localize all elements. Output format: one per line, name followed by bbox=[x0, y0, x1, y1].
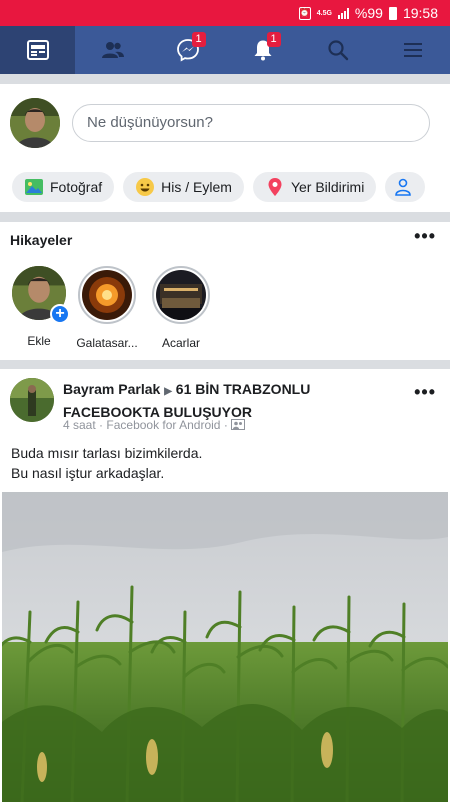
person-icon bbox=[395, 178, 412, 196]
battery-icon bbox=[388, 6, 397, 20]
search-icon bbox=[327, 40, 348, 61]
network-type: 4.5G bbox=[316, 9, 332, 17]
notifications-badge: 1 bbox=[266, 32, 281, 47]
story-label: Galatasar... bbox=[76, 336, 138, 350]
story-ring bbox=[78, 266, 136, 324]
story-item[interactable]: Acarlar bbox=[146, 266, 216, 350]
story-label: Ekle bbox=[27, 334, 51, 348]
post-source: Facebook for Android bbox=[106, 418, 221, 432]
friends-icon bbox=[101, 42, 124, 58]
menu-icon bbox=[403, 43, 422, 57]
arrow-right-icon: ▶ bbox=[164, 386, 172, 397]
alarm-icon: ⏰ bbox=[298, 6, 311, 20]
tab-menu[interactable] bbox=[375, 26, 450, 74]
post-author-line: Bayram Parlak ▶ 61 BİN TRABZONLU FACEBOO… bbox=[63, 379, 393, 422]
meta-separator: · bbox=[99, 418, 104, 432]
smiley-icon bbox=[136, 178, 155, 196]
story-item[interactable]: Galatasar... bbox=[72, 266, 142, 350]
feeling-button[interactable]: His / Eylem bbox=[123, 172, 244, 202]
post-more-button[interactable]: ••• bbox=[414, 382, 436, 403]
post-text-line: Bu nasıl iştur arkadaşlar. bbox=[11, 465, 165, 481]
location-pin-icon bbox=[268, 178, 282, 196]
status-input[interactable]: Ne düşünüyorsun? bbox=[72, 104, 430, 142]
composer-actions: Fotoğraf His / Eylem Yer Bildirimi bbox=[12, 172, 426, 202]
avatar[interactable] bbox=[10, 98, 60, 148]
photo-button-label: Fotoğraf bbox=[50, 179, 103, 195]
messenger-badge: 1 bbox=[191, 32, 206, 47]
stories-section: Hikayeler ••• + Ekle Galatasar... Acarla… bbox=[0, 222, 450, 360]
checkin-button-label: Yer Bildirimi bbox=[290, 179, 365, 195]
clock: 19:58 bbox=[402, 5, 438, 21]
tab-friends[interactable] bbox=[75, 26, 150, 74]
signal-icon bbox=[337, 7, 349, 19]
divider bbox=[0, 212, 450, 222]
group-privacy-icon bbox=[231, 419, 246, 430]
stories-more-button[interactable]: ••• bbox=[414, 226, 436, 247]
story-add[interactable]: + Ekle bbox=[4, 266, 74, 348]
divider bbox=[0, 74, 450, 84]
post-time[interactable]: 4 saat bbox=[63, 418, 96, 432]
photo-button[interactable]: Fotoğraf bbox=[12, 172, 115, 202]
stories-title: Hikayeler bbox=[10, 232, 73, 248]
composer: Ne düşünüyorsun? Fotoğraf His / Eylem Ye… bbox=[0, 84, 450, 212]
story-label: Acarlar bbox=[161, 336, 200, 350]
post-text-line: Buda mısır tarlası bizimkilerda. bbox=[11, 445, 203, 461]
story-ring bbox=[152, 266, 210, 324]
top-navigation: 1 1 bbox=[0, 26, 450, 74]
battery-percent: %99 bbox=[354, 5, 383, 21]
post-author-name[interactable]: Bayram Parlak bbox=[63, 381, 160, 397]
tag-friends-button[interactable] bbox=[385, 172, 426, 202]
divider bbox=[0, 360, 450, 369]
tab-news-feed[interactable] bbox=[0, 26, 75, 74]
tab-notifications[interactable]: 1 bbox=[225, 26, 300, 74]
news-feed-icon bbox=[26, 40, 49, 60]
story-thumbnail bbox=[156, 270, 206, 320]
post-meta: 4 saat · Facebook for Android · bbox=[63, 418, 246, 432]
checkin-button[interactable]: Yer Bildirimi bbox=[252, 172, 377, 202]
tab-messenger[interactable]: 1 bbox=[150, 26, 225, 74]
status-bar: ⏰ 4.5G %99 19:58 bbox=[0, 0, 450, 26]
photo-icon bbox=[25, 179, 43, 195]
post-author-avatar[interactable] bbox=[10, 378, 54, 422]
add-story-plus-icon: + bbox=[50, 304, 70, 324]
tab-search[interactable] bbox=[300, 26, 375, 74]
story-thumbnail bbox=[82, 270, 132, 320]
post-text: Buda mısır tarlası bizimkilerda. Bu nası… bbox=[11, 443, 202, 483]
meta-separator: · bbox=[223, 418, 228, 432]
feeling-button-label: His / Eylem bbox=[161, 179, 232, 195]
post-photo[interactable] bbox=[2, 492, 448, 802]
